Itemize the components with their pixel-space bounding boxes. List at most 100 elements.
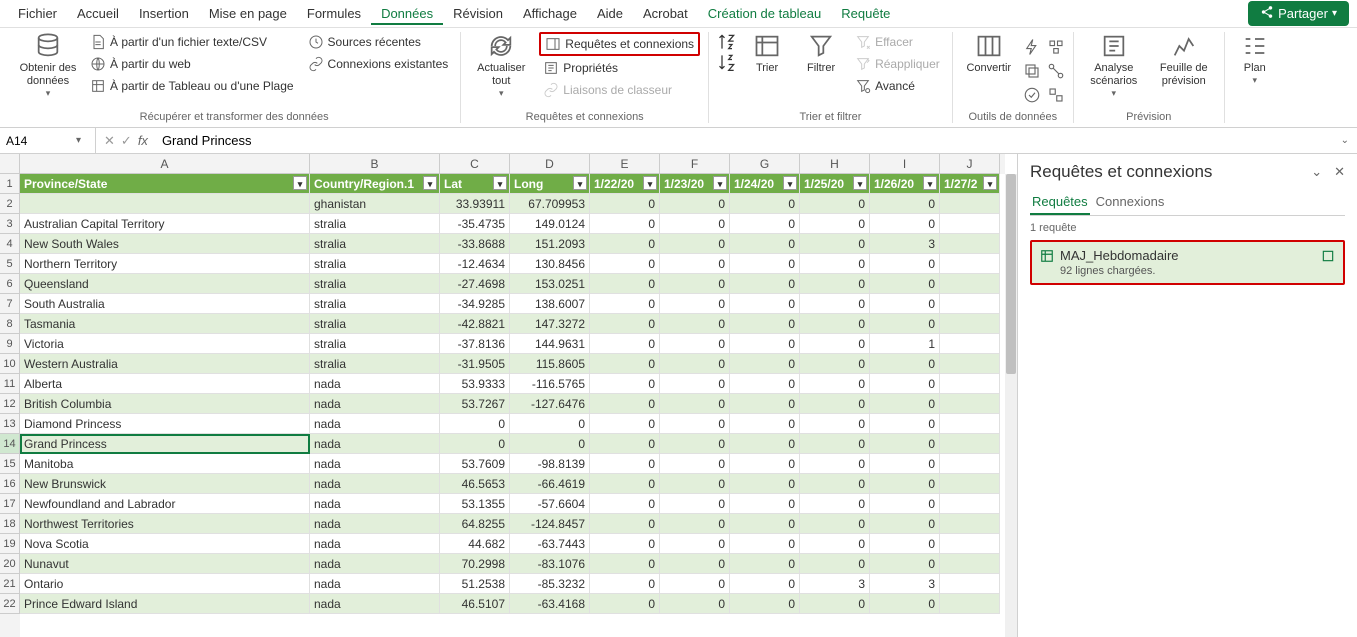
scenarios-button[interactable]: Analyse scénarios ▾ [1082, 32, 1146, 99]
cell[interactable] [940, 374, 1000, 394]
col-header-J[interactable]: J [940, 154, 1000, 174]
expand-formula-bar[interactable]: ⌄ [1333, 135, 1357, 146]
cell[interactable]: 151.2093 [510, 234, 590, 254]
cell[interactable]: 3 [800, 574, 870, 594]
cell[interactable]: 0 [590, 394, 660, 414]
table-header-cell[interactable]: 1/25/20▾ [800, 174, 870, 194]
cell[interactable]: 0 [590, 494, 660, 514]
row-header[interactable]: 1 [0, 174, 20, 194]
row-header[interactable]: 19 [0, 534, 20, 554]
menu-insertion[interactable]: Insertion [129, 2, 199, 25]
cell[interactable]: nada [310, 374, 440, 394]
cell[interactable]: 0 [800, 234, 870, 254]
cell[interactable]: 0 [800, 274, 870, 294]
cell[interactable]: 0 [440, 434, 510, 454]
tab-connexions[interactable]: Connexions [1094, 190, 1167, 215]
menu-revision[interactable]: Révision [443, 2, 513, 25]
cell[interactable]: stralia [310, 354, 440, 374]
cell[interactable]: 0 [660, 374, 730, 394]
cell[interactable]: Manitoba [20, 454, 310, 474]
row-header[interactable]: 4 [0, 234, 20, 254]
cell[interactable]: 0 [800, 394, 870, 414]
table-header-cell[interactable]: 1/27/2▾ [940, 174, 1000, 194]
cell[interactable]: 0 [660, 434, 730, 454]
queries-connections-button[interactable]: Requêtes et connexions [539, 32, 700, 56]
filter-dropdown[interactable]: ▾ [573, 176, 587, 190]
cell[interactable]: -37.8136 [440, 334, 510, 354]
cell[interactable]: nada [310, 434, 440, 454]
cell[interactable]: 0 [870, 314, 940, 334]
cell[interactable]: 0 [590, 354, 660, 374]
cell[interactable] [940, 254, 1000, 274]
cell[interactable]: 33.93911 [440, 194, 510, 214]
cell[interactable] [940, 314, 1000, 334]
cell[interactable]: 0 [730, 374, 800, 394]
cell[interactable]: 0 [730, 394, 800, 414]
cell[interactable]: 0 [590, 314, 660, 334]
cell[interactable]: Newfoundland and Labrador [20, 494, 310, 514]
cell[interactable]: 67.709953 [510, 194, 590, 214]
col-header-I[interactable]: I [870, 154, 940, 174]
cell[interactable]: 0 [730, 274, 800, 294]
cell[interactable]: 0 [870, 434, 940, 454]
cell[interactable]: 0 [730, 514, 800, 534]
from-table-button[interactable]: À partir de Tableau ou d'une Plage [86, 76, 298, 96]
close-icon[interactable]: ✕ [1334, 164, 1345, 180]
cell[interactable]: stralia [310, 294, 440, 314]
cell[interactable]: 0 [800, 454, 870, 474]
menu-affichage[interactable]: Affichage [513, 2, 587, 25]
cell[interactable]: 0 [590, 214, 660, 234]
row-header[interactable]: 13 [0, 414, 20, 434]
confirm-icon[interactable]: ✓ [121, 133, 132, 149]
cell[interactable] [940, 434, 1000, 454]
cell[interactable]: Tasmania [20, 314, 310, 334]
filter-dropdown[interactable]: ▾ [983, 176, 997, 190]
cell[interactable]: 51.2538 [440, 574, 510, 594]
cell[interactable]: 0 [660, 474, 730, 494]
cell[interactable]: 0 [660, 494, 730, 514]
name-box-input[interactable] [6, 134, 76, 148]
cell[interactable]: 0 [730, 414, 800, 434]
cell[interactable]: nada [310, 554, 440, 574]
cell[interactable]: 3 [870, 234, 940, 254]
cell[interactable]: -42.8821 [440, 314, 510, 334]
cell[interactable]: 0 [730, 294, 800, 314]
cell[interactable]: nada [310, 534, 440, 554]
cell[interactable]: New South Wales [20, 234, 310, 254]
properties-button[interactable]: Propriétés [539, 58, 700, 78]
cell[interactable]: 0 [800, 434, 870, 454]
cell[interactable]: 0 [660, 314, 730, 334]
cell[interactable]: Ontario [20, 574, 310, 594]
menu-acrobat[interactable]: Acrobat [633, 2, 698, 25]
cell[interactable]: 0 [730, 494, 800, 514]
cell[interactable]: 0 [730, 314, 800, 334]
menu-accueil[interactable]: Accueil [67, 2, 129, 25]
cell[interactable]: 0 [660, 454, 730, 474]
table-header-cell[interactable]: 1/26/20▾ [870, 174, 940, 194]
cell[interactable] [940, 454, 1000, 474]
cell[interactable]: 0 [870, 494, 940, 514]
cell[interactable]: -98.8139 [510, 454, 590, 474]
from-text-csv-button[interactable]: À partir d'un fichier texte/CSV [86, 32, 298, 52]
cell[interactable]: 0 [730, 474, 800, 494]
cell[interactable]: 53.1355 [440, 494, 510, 514]
cell[interactable]: 0 [590, 434, 660, 454]
cell[interactable]: stralia [310, 314, 440, 334]
sort-za-icon[interactable] [717, 52, 737, 72]
row-header[interactable]: 9 [0, 334, 20, 354]
cell[interactable]: nada [310, 454, 440, 474]
cell[interactable] [940, 294, 1000, 314]
cell[interactable]: 0 [870, 594, 940, 614]
row-header[interactable]: 12 [0, 394, 20, 414]
recent-sources-button[interactable]: Sources récentes [304, 32, 453, 52]
chevron-down-icon[interactable]: ▾ [76, 135, 81, 146]
cell[interactable]: -63.7443 [510, 534, 590, 554]
cell[interactable]: 0 [440, 414, 510, 434]
cell[interactable]: New Brunswick [20, 474, 310, 494]
cell[interactable] [940, 354, 1000, 374]
menu-requete[interactable]: Requête [831, 2, 900, 25]
cell[interactable]: stralia [310, 334, 440, 354]
cell[interactable]: 0 [590, 594, 660, 614]
cell[interactable]: 0 [660, 534, 730, 554]
row-header[interactable]: 14 [0, 434, 20, 454]
